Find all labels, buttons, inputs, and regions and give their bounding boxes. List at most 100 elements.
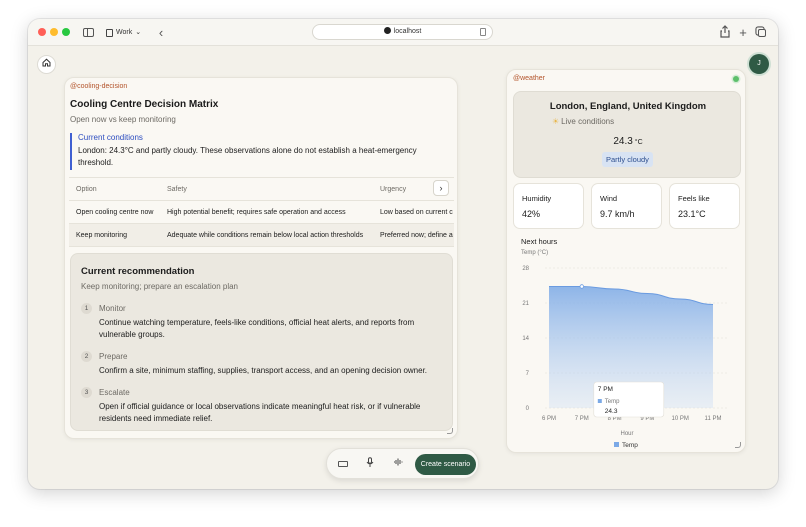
x-tick-label: 6 PM (542, 416, 556, 422)
chart-legend[interactable]: Temp (614, 442, 638, 449)
metric-label: Feels like (678, 194, 710, 203)
conditions-text: London: 24.3°C and partly cloudy. These … (78, 146, 417, 167)
chevron-down-icon: ⌄ (135, 29, 142, 36)
home-button[interactable] (37, 55, 56, 74)
step-name: Prepare (99, 352, 128, 361)
y-tick-label: 0 (526, 406, 530, 412)
live-status-dot (733, 76, 739, 82)
legend-swatch-temp (614, 442, 619, 447)
table-row: Open cooling centre now High potential b… (69, 201, 454, 224)
decision-subtitle: Open now vs keep monitoring (70, 115, 176, 124)
table-cell: Open cooling centre now (76, 209, 154, 216)
home-icon (42, 58, 51, 67)
decision-card: @cooling-decision Cooling Centre Decisio… (64, 77, 458, 439)
tooltip-swatch (597, 399, 602, 403)
chart-tooltip: 7 PM Temp 24.3 (593, 381, 665, 418)
y-axis-title: Temp (°C) (521, 250, 548, 256)
composer-toolbar: Create scenario (326, 448, 479, 479)
new-tab-icon[interactable]: + (738, 25, 748, 40)
reader-icon[interactable] (480, 28, 486, 36)
table-cell: Low based on current c (380, 209, 453, 216)
avatar[interactable]: J (749, 54, 769, 74)
step-description: Continue watching temperature, feels-lik… (99, 318, 415, 339)
table-cell: Preferred now; define a (380, 232, 453, 239)
conditions-title: Current conditions (78, 133, 143, 142)
waveform-icon[interactable] (391, 457, 405, 471)
recommendation-title: Current recommendation (81, 266, 195, 277)
feels-like-metric: Feels like 23.1°C (669, 183, 740, 229)
step-name: Escalate (99, 388, 130, 397)
step-description: Confirm a site, minimum staffing, suppli… (99, 366, 428, 375)
next-hours-label: Next hours (521, 237, 558, 246)
resize-handle[interactable] (735, 442, 741, 448)
metric-label: Humidity (522, 194, 552, 203)
minimize-window-button[interactable] (50, 28, 58, 36)
metric-value: 23.1°C (678, 209, 706, 219)
x-tick-label: 10 PM (672, 416, 689, 422)
create-scenario-button[interactable]: Create scenario (415, 454, 476, 475)
table-header-row: Option Safety Urgency (69, 178, 454, 201)
weather-tag: @weather (513, 75, 546, 82)
metric-label: Wind (600, 194, 618, 203)
step-name: Monitor (99, 304, 126, 313)
current-temperature: 24.3 °C (613, 136, 643, 147)
decision-title: Cooling Centre Decision Matrix (70, 99, 219, 110)
scroll-right-button[interactable]: › (433, 180, 449, 196)
table-cell: Keep monitoring (76, 232, 127, 239)
profile-label: Work (116, 29, 133, 36)
y-tick-label: 21 (522, 301, 529, 307)
humidity-metric: Humidity 42% (513, 183, 584, 229)
wind-metric: Wind 9.7 km/h (591, 183, 662, 229)
live-conditions-label: ☀ Live conditions (552, 117, 615, 126)
y-tick-label: 7 (526, 371, 530, 377)
browser-window: Work ⌄ ‹ localhost + J @cooling-decision… (28, 19, 778, 489)
legend-label-temp: Temp (622, 442, 638, 449)
step-number: 3 (81, 387, 92, 398)
y-tick-label: 14 (522, 336, 529, 342)
y-tick-label: 28 (522, 266, 529, 272)
keyboard-icon[interactable] (336, 457, 350, 471)
decision-matrix-table[interactable]: Option Safety Urgency Open cooling centr… (69, 177, 454, 247)
tab-overview-icon[interactable] (755, 25, 767, 40)
data-point-highlight[interactable] (579, 284, 584, 289)
recommendation-panel: Current recommendation Keep monitoring; … (70, 253, 453, 431)
tooltip-series: Temp (605, 399, 620, 405)
share-icon[interactable] (720, 25, 730, 40)
profile-icon (106, 28, 113, 37)
x-tick-label: 7 PM (575, 416, 589, 422)
recommendation-subtitle: Keep monitoring; prepare an escalation p… (81, 282, 238, 291)
location-summary: London, England, United Kingdom ☀ Live co… (513, 91, 741, 178)
decision-tag: @cooling-decision (70, 83, 128, 90)
tooltip-value: 24.3 (605, 408, 618, 415)
resize-handle[interactable] (447, 428, 453, 434)
column-header-option: Option (76, 186, 97, 193)
current-conditions: Current conditions London: 24.3°C and pa… (70, 133, 450, 170)
title-bar: Work ⌄ ‹ localhost + (28, 19, 778, 46)
weather-card: @weather London, England, United Kingdom… (506, 69, 746, 453)
tooltip-title: 7 PM (598, 386, 613, 393)
url-text: localhost (393, 28, 422, 35)
table-cell: Adequate while conditions remain below l… (167, 232, 364, 239)
location-name: London, England, United Kingdom (549, 101, 707, 112)
microphone-icon[interactable] (363, 457, 377, 471)
close-window-button[interactable] (38, 28, 46, 36)
partly-cloudy-icon: ☀ (552, 117, 560, 126)
metric-value: 9.7 km/h (600, 209, 635, 219)
step-description: Open if official guidance or local obser… (99, 402, 421, 423)
step-number: 1 (81, 303, 92, 314)
profile-switcher[interactable]: Work ⌄ (106, 25, 141, 40)
condition-badge: Partly cloudy (602, 152, 653, 167)
sidebar-toggle-icon[interactable] (81, 25, 95, 40)
table-row: Keep monitoring Adequate while condition… (69, 224, 454, 247)
address-bar[interactable]: localhost (312, 24, 493, 40)
column-header-safety: Safety (167, 186, 187, 193)
x-axis-title: Hour (620, 431, 633, 437)
table-cell: High potential benefit; requires safe op… (167, 209, 346, 216)
x-tick-label: 11 PM (705, 416, 722, 422)
back-button[interactable]: ‹ (156, 25, 166, 40)
site-icon (383, 27, 391, 34)
metric-value: 42% (522, 209, 541, 219)
step-number: 2 (81, 351, 92, 362)
temperature-chart[interactable]: Temp (°C) 071421286 PM 7 PM 8 PM 9 PM 10 PM 1… (507, 248, 746, 453)
zoom-window-button[interactable] (62, 28, 70, 36)
